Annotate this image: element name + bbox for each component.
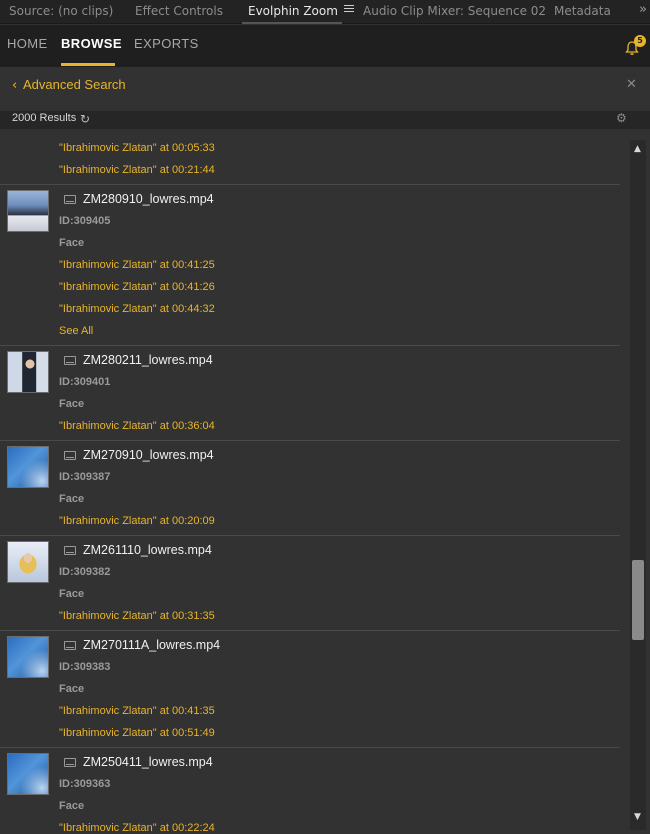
scroll-up-icon[interactable]: ▲ [634, 144, 641, 154]
thumbnail[interactable] [7, 446, 49, 488]
thumbnail[interactable] [7, 636, 49, 678]
close-icon[interactable]: ✕ [626, 77, 637, 92]
hit-line[interactable]: "Ibrahimovic Zlatan" at 00:41:35 [59, 705, 215, 717]
file-name[interactable]: ZM250411_lowres.mp4 [83, 755, 213, 769]
thumbnail[interactable] [7, 753, 49, 795]
film-icon [64, 758, 76, 767]
asset-id: ID:309405 [59, 215, 111, 227]
tab-metadata[interactable]: Metadata [554, 4, 611, 18]
list-item[interactable]: ZM261110_lowres.mp4 ID:309382 Face "Ibra… [0, 536, 620, 631]
refresh-icon[interactable]: ↻ [80, 112, 90, 126]
hit-line[interactable]: "Ibrahimovic Zlatan" at 00:05:33 [59, 142, 215, 154]
asset-id: ID:309401 [59, 376, 111, 388]
scroll-down-icon[interactable]: ▼ [634, 812, 641, 822]
match-type: Face [59, 237, 85, 249]
list-item[interactable]: ZM250411_lowres.mp4 ID:309363 Face "Ibra… [0, 748, 620, 834]
nav-active-indicator [61, 63, 115, 66]
hit-line[interactable]: "Ibrahimovic Zlatan" at 00:41:26 [59, 281, 215, 293]
file-name[interactable]: ZM270111A_lowres.mp4 [83, 638, 220, 652]
notification-badge: 5 [634, 35, 646, 47]
tab-overflow-icon[interactable]: » [639, 2, 647, 17]
panel-menu-icon[interactable] [343, 5, 354, 14]
tab-audio-clip-mixer[interactable]: Audio Clip Mixer: Sequence 02 [363, 4, 546, 18]
film-icon [64, 451, 76, 460]
evolphin-zoom-panel: Source: (no clips) Effect Controls Evolp… [0, 0, 650, 834]
film-icon [64, 195, 76, 204]
results-bar: 2000 Results ↻ ⚙ [0, 111, 650, 129]
list-item[interactable]: ZM280910_lowres.mp4 ID:309405 Face "Ibra… [0, 185, 620, 346]
hit-line[interactable]: "Ibrahimovic Zlatan" at 00:22:24 [59, 822, 215, 834]
match-type: Face [59, 398, 85, 410]
film-icon [64, 356, 76, 365]
nav-exports[interactable]: EXPORTS [134, 36, 199, 51]
asset-id: ID:309387 [59, 471, 111, 483]
file-name[interactable]: ZM280910_lowres.mp4 [83, 192, 214, 206]
match-type: Face [59, 493, 85, 505]
active-tab-indicator [242, 22, 342, 24]
file-name[interactable]: ZM280211_lowres.mp4 [83, 353, 213, 367]
file-name[interactable]: ZM261110_lowres.mp4 [83, 543, 212, 557]
file-name[interactable]: ZM270910_lowres.mp4 [83, 448, 214, 462]
tab-effect-controls[interactable]: Effect Controls [135, 4, 223, 18]
list-item[interactable]: ZM270111A_lowres.mp4 ID:309383 Face "Ibr… [0, 631, 620, 748]
results-list: "Ibrahimovic Zlatan" at 00:05:33 "Ibrahi… [0, 129, 628, 834]
hit-line[interactable]: "Ibrahimovic Zlatan" at 00:44:32 [59, 303, 215, 315]
list-item[interactable]: ZM280211_lowres.mp4 ID:309401 Face "Ibra… [0, 346, 620, 441]
hit-line[interactable]: "Ibrahimovic Zlatan" at 00:31:35 [59, 610, 215, 622]
main-nav: HOME BROWSE EXPORTS 5 [0, 25, 650, 67]
tab-evolphin-zoom[interactable]: Evolphin Zoom [248, 4, 354, 18]
match-type: Face [59, 800, 85, 812]
list-item[interactable]: "Ibrahimovic Zlatan" at 00:05:33 "Ibrahi… [0, 129, 620, 185]
asset-id: ID:309382 [59, 566, 111, 578]
list-item[interactable]: ZM270910_lowres.mp4 ID:309387 Face "Ibra… [0, 441, 620, 536]
tab-source[interactable]: Source: (no clips) [9, 4, 113, 18]
advanced-search-link[interactable]: Advanced Search [23, 77, 126, 92]
film-icon [64, 546, 76, 555]
nav-browse[interactable]: BROWSE [61, 36, 122, 51]
thumbnail[interactable] [7, 190, 49, 232]
hit-line[interactable]: "Ibrahimovic Zlatan" at 00:51:49 [59, 727, 215, 739]
advanced-search-header: ‹ Advanced Search ✕ [0, 67, 650, 111]
scrollbar-thumb[interactable] [632, 560, 644, 640]
nav-home[interactable]: HOME [7, 36, 48, 51]
panel-tab-bar: Source: (no clips) Effect Controls Evolp… [0, 0, 650, 24]
results-count: 2000 Results [12, 112, 77, 124]
thumbnail[interactable] [7, 541, 49, 583]
film-icon [64, 641, 76, 650]
hit-line[interactable]: "Ibrahimovic Zlatan" at 00:20:09 [59, 515, 215, 527]
hit-line[interactable]: "Ibrahimovic Zlatan" at 00:36:04 [59, 420, 215, 432]
hit-line[interactable]: "Ibrahimovic Zlatan" at 00:21:44 [59, 164, 215, 176]
chevron-left-icon[interactable]: ‹ [12, 78, 17, 93]
see-all-link[interactable]: See All [59, 325, 93, 337]
scrollbar-track[interactable] [630, 140, 646, 830]
gear-icon[interactable]: ⚙ [616, 111, 627, 125]
asset-id: ID:309383 [59, 661, 111, 673]
tab-evolphin-zoom-label: Evolphin Zoom [248, 4, 338, 18]
match-type: Face [59, 588, 85, 600]
hit-line[interactable]: "Ibrahimovic Zlatan" at 00:41:25 [59, 259, 215, 271]
thumbnail[interactable] [7, 351, 49, 393]
match-type: Face [59, 683, 85, 695]
asset-id: ID:309363 [59, 778, 111, 790]
